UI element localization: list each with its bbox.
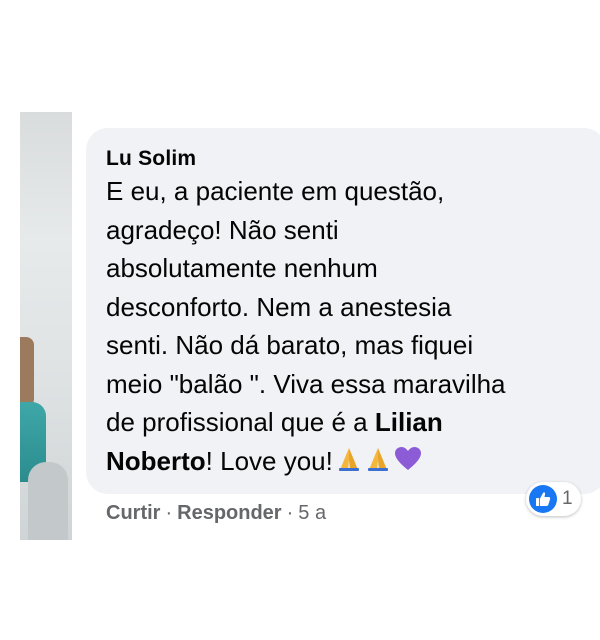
comment-line: E eu, a paciente em questão, bbox=[106, 176, 445, 206]
comment-ending: ! Love you! bbox=[205, 445, 333, 476]
like-button[interactable]: Curtir bbox=[106, 502, 160, 524]
reaction-badge[interactable]: 1 bbox=[526, 482, 581, 516]
comment-line: desconforto. Nem a anestesia bbox=[106, 291, 452, 322]
reply-button[interactable]: Responder bbox=[177, 502, 281, 524]
profile-photo-crop bbox=[20, 112, 72, 540]
comment-line: de profissional que é a Lilian bbox=[106, 403, 546, 442]
facebook-comment-screenshot: Lu Solim E eu, a paciente em questão, ag… bbox=[0, 0, 600, 640]
photo-detail bbox=[28, 462, 68, 540]
comment-actions: Curtir · Responder · 5 a bbox=[106, 502, 326, 525]
comment-timestamp[interactable]: 5 a bbox=[298, 502, 326, 524]
reaction-count: 1 bbox=[562, 488, 573, 509]
comment-line: senti. Não dá barato, mas fiquei bbox=[106, 330, 474, 360]
photo-detail bbox=[20, 337, 34, 407]
comment-author[interactable]: Lu Solim bbox=[106, 147, 196, 171]
folded-hands-icon bbox=[365, 446, 391, 472]
separator-dot: · bbox=[165, 502, 173, 524]
comment-line: meio "balão ". Viva essa maravilha bbox=[106, 368, 506, 399]
comment-line: absolutamente nenhum bbox=[106, 253, 378, 283]
comment-text: E eu, a paciente em questão, agradeço! N… bbox=[106, 172, 546, 480]
folded-hands-icon bbox=[336, 446, 362, 472]
comment-line-text: de profissional que é a bbox=[106, 407, 375, 437]
comment-line: agradeço! Não senti bbox=[106, 214, 339, 245]
separator-dot: · bbox=[286, 502, 294, 524]
purple-heart-icon bbox=[394, 446, 422, 472]
comment-line: Noberto! Love you! bbox=[106, 442, 546, 481]
mention-link[interactable]: Noberto bbox=[106, 446, 206, 476]
mention-link[interactable]: Lilian bbox=[375, 407, 443, 437]
like-icon bbox=[529, 485, 557, 513]
